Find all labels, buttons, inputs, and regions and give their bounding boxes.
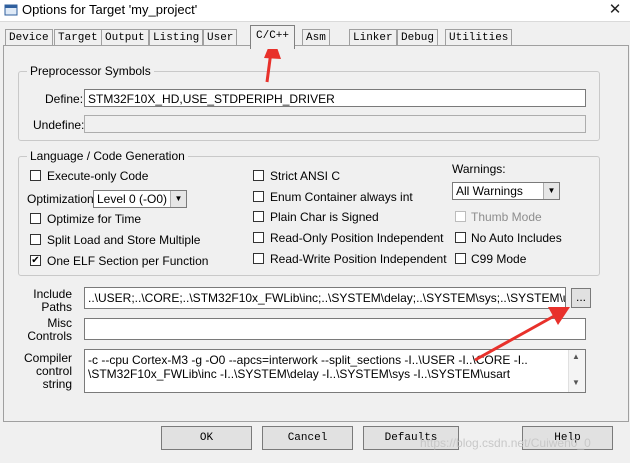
c99-mode-checkbox[interactable]	[455, 253, 466, 264]
chevron-down-icon[interactable]: ▼	[543, 183, 559, 199]
scroll-down-icon[interactable]: ▼	[572, 378, 580, 387]
warnings-label: Warnings:	[452, 162, 506, 176]
language-group-label: Language / Code Generation	[27, 149, 188, 163]
tab-listing[interactable]: Listing	[149, 29, 204, 46]
split-load-label: Split Load and Store Multiple	[47, 233, 201, 247]
execute-only-label: Execute-only Code	[47, 169, 149, 183]
cancel-button[interactable]: Cancel	[262, 426, 353, 450]
tab-target[interactable]: Target	[54, 29, 102, 46]
misc-controls-input[interactable]	[84, 318, 586, 340]
compiler-control-line-1: -c --cpu Cortex-M3 -g -O0 --apcs=interwo…	[88, 353, 528, 367]
include-paths-label: Include Paths	[33, 287, 72, 314]
tab-asm[interactable]: Asm	[302, 29, 330, 46]
no-auto-includes-checkbox[interactable]	[455, 232, 466, 243]
plain-char-checkbox[interactable]	[253, 211, 264, 222]
tab-output[interactable]: Output	[101, 29, 149, 46]
close-icon[interactable]: ✕	[604, 0, 626, 20]
undefine-input[interactable]	[84, 115, 586, 133]
include-paths-input[interactable]: ..\USER;..\CORE;..\STM32F10x_FWLib\inc;.…	[84, 287, 566, 309]
thumb-mode-checkbox	[455, 211, 466, 222]
tab-linker[interactable]: Linker	[349, 29, 397, 46]
rw-pi-label: Read-Write Position Independent	[270, 252, 447, 266]
browse-button[interactable]: ...	[571, 288, 591, 308]
scroll-up-icon[interactable]: ▲	[572, 352, 580, 361]
scrollbar[interactable]: ▲ ▼	[568, 350, 585, 392]
thumb-mode-label: Thumb Mode	[471, 210, 542, 224]
one-elf-checkbox[interactable]: ✔	[30, 255, 41, 266]
warnings-value: All Warnings	[456, 184, 523, 198]
undefine-label: Undefine:	[33, 118, 85, 132]
app-icon	[4, 4, 18, 16]
ok-button[interactable]: OK	[161, 426, 252, 450]
tab-debug[interactable]: Debug	[397, 29, 439, 46]
strict-ansi-checkbox[interactable]	[253, 170, 264, 181]
rw-pi-checkbox[interactable]	[253, 253, 264, 264]
enum-container-checkbox[interactable]	[253, 191, 264, 202]
tab-device[interactable]: Device	[5, 29, 53, 46]
warnings-select[interactable]: All Warnings ▼	[452, 182, 560, 200]
compiler-control-line-2: \STM32F10x_FWLib\inc -I..\SYSTEM\delay -…	[88, 367, 511, 381]
optimize-time-label: Optimize for Time	[47, 212, 142, 226]
one-elf-label: One ELF Section per Function	[47, 254, 209, 268]
optimization-label: Optimization:	[27, 192, 98, 206]
c99-mode-label: C99 Mode	[471, 252, 527, 266]
misc-controls-label: Misc Controls	[27, 316, 72, 343]
tab-utilities[interactable]: Utilities	[445, 29, 513, 46]
no-auto-includes-label: No Auto Includes	[471, 231, 562, 245]
ro-pi-checkbox[interactable]	[253, 232, 264, 243]
chevron-down-icon[interactable]: ▼	[170, 191, 186, 207]
execute-only-checkbox[interactable]	[30, 170, 41, 181]
optimize-time-checkbox[interactable]	[30, 213, 41, 224]
window-title: Options for Target 'my_project'	[22, 2, 198, 17]
optimization-select[interactable]: Level 0 (-O0) ▼	[93, 190, 187, 208]
split-load-checkbox[interactable]	[30, 234, 41, 245]
optimization-value: Level 0 (-O0)	[97, 192, 168, 206]
define-input[interactable]: STM32F10X_HD,USE_STDPERIPH_DRIVER	[84, 89, 586, 107]
compiler-control-label: Compiler control string	[23, 351, 72, 391]
plain-char-label: Plain Char is Signed	[270, 210, 379, 224]
strict-ansi-label: Strict ANSI C	[270, 169, 341, 183]
watermark: https://blog.csdn.net/Cuiwen0_0	[420, 436, 591, 450]
tab-c-cpp[interactable]: C/C++	[250, 25, 296, 49]
title-bar: Options for Target 'my_project' ✕	[0, 0, 630, 22]
define-label: Define:	[45, 92, 84, 106]
enum-container-label: Enum Container always int	[270, 190, 413, 204]
preprocessor-group-label: Preprocessor Symbols	[27, 64, 154, 78]
ro-pi-label: Read-Only Position Independent	[270, 231, 444, 245]
tab-user[interactable]: User	[203, 29, 238, 46]
compiler-control-textarea[interactable]: -c --cpu Cortex-M3 -g -O0 --apcs=interwo…	[84, 349, 586, 393]
